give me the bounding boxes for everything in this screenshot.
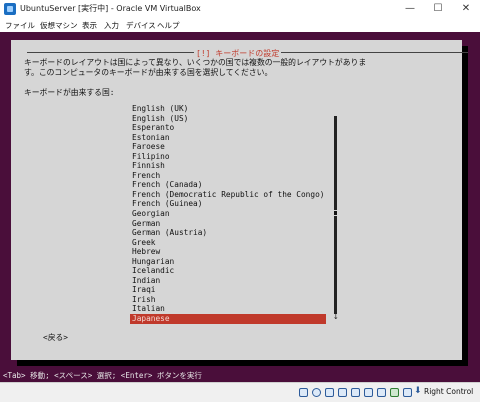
cpu-icon[interactable] — [403, 388, 412, 397]
country-option[interactable]: French (Guinea) — [130, 199, 326, 209]
menu-machine[interactable]: 仮想マシン — [40, 20, 78, 31]
country-option[interactable]: Georgian — [130, 209, 326, 219]
menu-bar: ファイル 仮想マシン 表示 入力 デバイス ヘルプ — [0, 18, 480, 32]
usb-icon[interactable] — [351, 388, 360, 397]
arrow-down-icon[interactable]: ⬇ — [414, 386, 423, 396]
country-option[interactable]: French (Canada) — [130, 180, 326, 190]
country-option[interactable]: English (US) — [130, 114, 326, 124]
help-bar: <Tab> 移動; <スペース> 選択; <Enter> ボタンを実行 — [0, 368, 480, 382]
dialog-shadow — [17, 360, 468, 366]
menu-input[interactable]: 入力 — [104, 20, 119, 31]
country-option[interactable]: French — [130, 171, 326, 181]
country-option[interactable]: Iraqi — [130, 285, 326, 295]
country-option[interactable]: Esperanto — [130, 123, 326, 133]
display-icon[interactable] — [377, 388, 386, 397]
host-key-label: Right Control — [424, 387, 474, 396]
shared-folder-icon[interactable] — [364, 388, 373, 397]
menu-help[interactable]: ヘルプ — [157, 20, 180, 31]
video-capture-icon[interactable] — [390, 388, 399, 397]
virtualbox-icon — [4, 3, 16, 15]
keyboard-country-list[interactable]: English (UK) English (US) Esperanto Estonia… — [130, 104, 326, 324]
menu-devices[interactable]: デバイス — [126, 20, 156, 31]
dialog-shadow — [462, 46, 468, 366]
window-title: UbuntuServer [実行中] - Oracle VM VirtualBo… — [20, 4, 201, 13]
country-option[interactable]: Greek — [130, 238, 326, 248]
vm-status-bar: ⬇ Right Control — [0, 382, 480, 402]
country-option[interactable]: Indian — [130, 276, 326, 286]
maximize-button[interactable]: ☐ — [424, 0, 452, 18]
minimize-button[interactable]: — — [396, 0, 424, 18]
country-option[interactable]: German (Austria) — [130, 228, 326, 238]
help-text: <Tab> 移動; <スペース> 選択; <Enter> ボタンを実行 — [3, 371, 202, 380]
menu-view[interactable]: 表示 — [82, 20, 97, 31]
country-option[interactable]: Finnish — [130, 161, 326, 171]
dialog-description: キーボードのレイアウトは国によって異なり、いくつかの国では複数の一般的レイアウト… — [24, 58, 366, 78]
menu-file[interactable]: ファイル — [5, 20, 35, 31]
country-prompt: キーボードが由来する国: — [24, 88, 115, 97]
country-option[interactable]: Icelandic — [130, 266, 326, 276]
scrollbar-thumb[interactable] — [333, 210, 338, 216]
country-option[interactable]: French (Democratic Republic of the Congo… — [130, 190, 326, 200]
audio-icon[interactable] — [325, 388, 334, 397]
country-option[interactable]: Irish — [130, 295, 326, 305]
description-line: す。このコンピュータのキーボードが由来する国を選択してください。 — [24, 68, 273, 77]
optical-drive-icon[interactable] — [312, 388, 321, 397]
country-option[interactable]: Hungarian — [130, 257, 326, 267]
disk-icon[interactable] — [299, 388, 308, 397]
country-option[interactable]: Faroese — [130, 142, 326, 152]
country-option[interactable]: Japanese — [130, 314, 326, 324]
country-option[interactable]: Estonian — [130, 133, 326, 143]
dialog-title: [!] キーボードの設定 — [194, 48, 282, 58]
country-option[interactable]: German — [130, 219, 326, 229]
country-option[interactable]: Filipino — [130, 152, 326, 162]
close-button[interactable]: ✕ — [452, 0, 480, 18]
country-option[interactable]: English (UK) — [130, 104, 326, 114]
network-icon[interactable] — [338, 388, 347, 397]
back-button[interactable]: <戻る> — [43, 332, 68, 343]
description-line: キーボードのレイアウトは国によって異なり、いくつかの国では複数の一般的レイアウト… — [24, 58, 367, 67]
country-option[interactable]: Italian — [130, 304, 326, 314]
scroll-down-arrow-icon[interactable]: ↓ — [333, 313, 339, 321]
country-option[interactable]: Hebrew — [130, 247, 326, 257]
window-title-bar: UbuntuServer [実行中] - Oracle VM VirtualBo… — [0, 0, 480, 19]
